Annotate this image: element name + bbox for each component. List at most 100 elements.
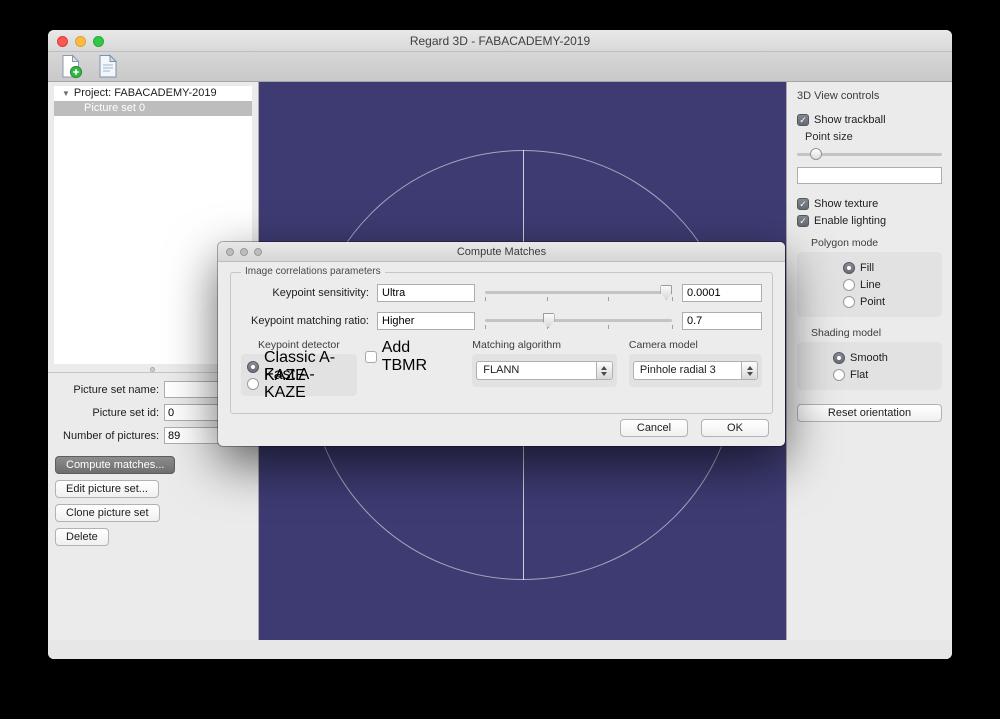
matching-algorithm-box: FLANN — [472, 354, 617, 387]
window-title: Regard 3D - FABACADEMY-2019 — [409, 33, 591, 48]
compute-matches-dialog: Compute Matches Image correlations param… — [218, 242, 785, 446]
shading-smooth-radio[interactable]: Smooth — [833, 349, 936, 366]
matching-algorithm-label: Matching algorithm — [472, 339, 561, 351]
ok-button[interactable]: OK — [701, 419, 769, 437]
camera-model-value: Pinhole radial 3 — [639, 364, 716, 376]
polygon-mode-point-radio[interactable]: Point — [843, 293, 936, 310]
slider-track — [485, 291, 672, 294]
enable-lighting-checkbox[interactable]: ✓ Enable lighting — [797, 215, 942, 227]
dialog-minimize-button[interactable] — [240, 247, 248, 256]
camera-model-section: Camera model Pinhole radial 3 — [628, 339, 762, 396]
polygon-mode-group: Fill Line Point — [797, 252, 942, 317]
radio-selected-icon — [843, 261, 855, 274]
smooth-label: Smooth — [850, 351, 888, 364]
radio-icon — [843, 295, 855, 308]
show-trackball-checkbox[interactable]: ✓ Show trackball — [797, 114, 942, 126]
keypoint-sensitivity-value-input[interactable] — [682, 284, 762, 302]
dialog-title: Compute Matches — [456, 245, 547, 258]
show-texture-label: Show texture — [814, 198, 879, 210]
flat-label: Flat — [850, 368, 869, 381]
checkbox-checked-icon: ✓ — [797, 198, 809, 210]
point-size-label: Point size — [805, 131, 853, 143]
polygon-mode-label: Polygon mode — [811, 237, 879, 249]
line-label: Line — [860, 278, 881, 291]
view-controls-panel: 3D View controls ✓ Show trackball Point … — [786, 82, 952, 640]
image-correlations-group-label: Image correlations parameters — [241, 266, 385, 277]
point-size-slider[interactable] — [797, 145, 942, 165]
dialog-titlebar[interactable]: Compute Matches — [218, 242, 785, 262]
keypoint-detector-group: Classic A-KAZE Fast A-KAZE — [241, 349, 357, 401]
keypoint-matching-ratio-label: Keypoint matching ratio: — [250, 315, 369, 327]
tree-item-picture-set[interactable]: Picture set 0 — [54, 101, 252, 116]
matching-algorithm-select[interactable]: FLANN — [476, 361, 613, 380]
dialog-buttons: Cancel OK — [620, 419, 769, 437]
shading-flat-radio[interactable]: Flat — [833, 366, 936, 383]
keypoint-matching-ratio-value-input[interactable] — [682, 312, 762, 330]
radio-icon — [833, 368, 845, 381]
slider-thumb[interactable] — [809, 148, 822, 160]
show-trackball-label: Show trackball — [814, 114, 886, 126]
zoom-button[interactable] — [93, 35, 104, 47]
radio-selected-icon — [833, 351, 845, 364]
slider-thumb[interactable] — [660, 285, 673, 300]
polygon-mode-fill-radio[interactable]: Fill — [843, 259, 936, 276]
polygon-mode-line-radio[interactable]: Line — [843, 276, 936, 293]
view-controls-title: 3D View controls — [797, 90, 880, 102]
camera-model-label: Camera model — [628, 339, 698, 351]
tbmr-section: Add TBMR — [364, 339, 457, 396]
titlebar[interactable]: Regard 3D - FABACADEMY-2019 — [48, 30, 952, 52]
disclosure-triangle-icon[interactable]: ▼ — [62, 86, 70, 101]
checkbox-checked-icon: ✓ — [797, 114, 809, 126]
matching-algorithm-section: Matching algorithm FLANN — [472, 339, 617, 396]
fast-akaze-label: Fast A-KAZE — [264, 365, 315, 401]
close-button[interactable] — [57, 35, 68, 47]
picture-set-id-label: Picture set id: — [92, 406, 159, 419]
shading-model-group: Smooth Flat — [797, 342, 942, 390]
camera-model-select[interactable]: Pinhole radial 3 — [632, 361, 758, 380]
slider-thumb[interactable] — [542, 313, 555, 328]
edit-picture-set-button[interactable]: Edit picture set... — [55, 480, 159, 498]
checkbox-checked-icon: ✓ — [797, 215, 809, 227]
point-size-input[interactable] — [797, 167, 942, 184]
matching-algorithm-value: FLANN — [483, 364, 520, 376]
fill-label: Fill — [860, 261, 875, 274]
number-of-pictures-label: Number of pictures: — [63, 429, 159, 442]
compute-matches-button[interactable]: Compute matches... — [55, 456, 176, 474]
keypoint-matching-ratio-slider[interactable] — [485, 311, 673, 331]
add-tbmr-label: Add TBMR — [381, 339, 428, 374]
add-tbmr-checkbox[interactable]: Add TBMR — [364, 339, 457, 375]
toolbar — [48, 52, 952, 82]
clone-picture-set-button[interactable]: Clone picture set — [55, 504, 160, 522]
keypoint-matching-ratio-row: Keypoint matching ratio: — [241, 311, 762, 331]
keypoint-sensitivity-row: Keypoint sensitivity: — [241, 283, 762, 303]
window-footer — [48, 640, 952, 659]
picture-set-name-label: Picture set name: — [73, 383, 159, 396]
show-texture-checkbox[interactable]: ✓ Show texture — [797, 198, 942, 210]
project-label: Project: FABACADEMY-2019 — [73, 87, 217, 99]
keypoint-sensitivity-label: Keypoint sensitivity: — [272, 287, 369, 299]
tree-item-project[interactable]: ▼ Project: FABACADEMY-2019 — [54, 86, 252, 101]
dialog-close-button[interactable] — [226, 247, 234, 256]
traffic-lights — [57, 30, 104, 52]
keypoint-sensitivity-slider[interactable] — [485, 283, 673, 303]
reset-orientation-button[interactable]: Reset orientation — [797, 404, 942, 422]
new-picture-set-button[interactable] — [58, 54, 84, 80]
keypoint-detector-section: Keypoint detector Classic A-KAZE Fast A-… — [241, 339, 357, 401]
point-label: Point — [860, 295, 886, 308]
dialog-lower-sections: Keypoint detector Classic A-KAZE Fast A-… — [241, 339, 762, 401]
keypoint-sensitivity-preset-input[interactable] — [377, 284, 475, 302]
cancel-button[interactable]: Cancel — [620, 419, 688, 437]
delete-button[interactable]: Delete — [55, 528, 109, 546]
camera-model-box: Pinhole radial 3 — [628, 354, 762, 387]
image-correlations-group: Image correlations parameters Keypoint s… — [230, 266, 773, 414]
fast-akaze-radio[interactable]: Fast A-KAZE — [247, 366, 351, 401]
stepper-arrows-icon — [595, 362, 612, 379]
dialog-traffic-lights — [226, 247, 262, 256]
keypoint-matching-ratio-preset-input[interactable] — [377, 312, 475, 330]
radio-selected-icon — [247, 360, 259, 373]
dialog-zoom-button[interactable] — [254, 247, 262, 256]
picture-set-actions: Compute matches... Edit picture set... C… — [48, 450, 258, 546]
minimize-button[interactable] — [75, 35, 86, 47]
checkbox-unchecked-icon — [364, 351, 377, 363]
open-project-button[interactable] — [94, 54, 120, 80]
